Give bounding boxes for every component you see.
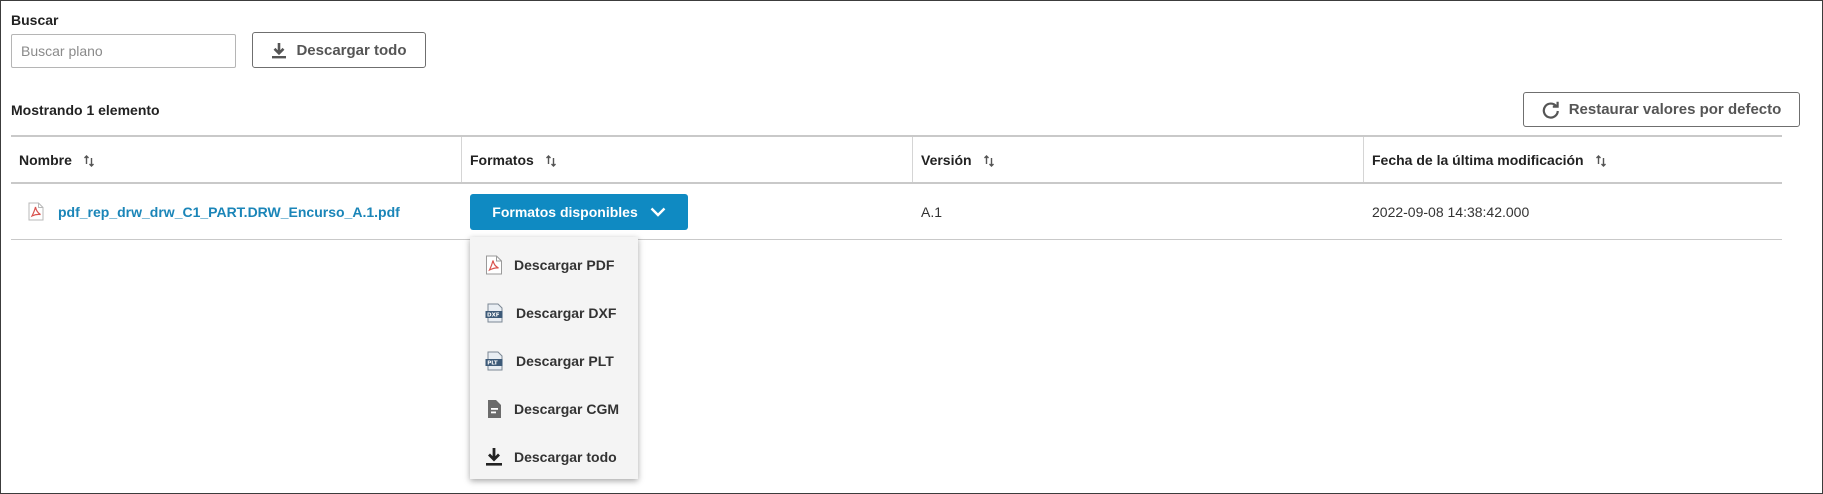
table-row: pdf_rep_drw_drw_C1_PART.DRW_Encurso_A.1.… — [11, 184, 1782, 240]
file-name: pdf_rep_drw_drw_C1_PART.DRW_Encurso_A.1.… — [58, 203, 400, 220]
pdf-icon — [28, 202, 44, 221]
results-count: Mostrando 1 elemento — [11, 102, 160, 118]
download-all-label: Descargar todo — [296, 41, 407, 59]
dxf-icon: DXF — [485, 303, 505, 323]
menu-item-download-pdf[interactable]: Descargar PDF — [470, 241, 638, 289]
plt-icon: PLT — [485, 351, 505, 371]
sort-icon[interactable] — [983, 154, 995, 167]
search-input[interactable] — [11, 34, 236, 68]
cell-version: A.1 — [921, 203, 943, 220]
chevron-down-icon — [650, 207, 666, 217]
available-formats-label: Formatos disponibles — [492, 203, 638, 220]
cgm-icon — [485, 399, 503, 419]
column-header-version[interactable]: Versión — [913, 137, 1364, 182]
main-window: Buscar Descargar todo Mostrando 1 elemen… — [0, 0, 1823, 494]
menu-item-label: Descargar PDF — [514, 257, 615, 273]
sort-icon[interactable] — [83, 154, 95, 167]
svg-text:DXF: DXF — [487, 313, 500, 319]
available-formats-button[interactable]: Formatos disponibles — [470, 193, 688, 230]
download-icon — [271, 42, 287, 59]
download-icon — [485, 447, 503, 467]
file-link[interactable]: pdf_rep_drw_drw_C1_PART.DRW_Encurso_A.1.… — [28, 202, 400, 221]
cell-name: pdf_rep_drw_drw_C1_PART.DRW_Encurso_A.1.… — [11, 184, 462, 239]
menu-item-download-cgm[interactable]: Descargar CGM — [470, 385, 638, 433]
restore-defaults-button[interactable]: Restaurar valores por defecto — [1523, 92, 1800, 127]
cell-formats: Formatos disponibles — [462, 184, 913, 239]
restore-defaults-label: Restaurar valores por defecto — [1568, 101, 1782, 118]
menu-item-label: Descargar todo — [514, 449, 617, 465]
formats-dropdown-menu: Descargar PDF DXF Descargar DXF PLT Desc — [470, 237, 638, 479]
menu-item-label: Descargar CGM — [514, 401, 620, 417]
menu-item-download-dxf[interactable]: DXF Descargar DXF — [470, 289, 638, 337]
download-all-button[interactable]: Descargar todo — [252, 32, 426, 68]
menu-item-label: Descargar DXF — [516, 305, 617, 321]
pdf-icon — [485, 255, 503, 275]
drawings-table: Nombre Formatos Versión Fecha de la últi… — [11, 135, 1782, 240]
menu-item-download-all[interactable]: Descargar todo — [470, 433, 638, 481]
table-header: Nombre Formatos Versión Fecha de la últi… — [11, 135, 1782, 184]
column-header-fecha[interactable]: Fecha de la última modificación — [1364, 137, 1782, 182]
sort-icon[interactable] — [545, 154, 557, 167]
column-header-nombre[interactable]: Nombre — [11, 137, 462, 182]
sort-icon[interactable] — [1595, 154, 1607, 167]
refresh-icon — [1542, 101, 1560, 119]
search-label: Buscar — [11, 12, 59, 28]
menu-item-label: Descargar PLT — [516, 353, 614, 369]
svg-text:PLT: PLT — [487, 361, 498, 367]
column-header-formatos[interactable]: Formatos — [462, 137, 913, 182]
menu-item-download-plt[interactable]: PLT Descargar PLT — [470, 337, 638, 385]
cell-modified: 2022-09-08 14:38:42.000 — [1372, 203, 1530, 220]
